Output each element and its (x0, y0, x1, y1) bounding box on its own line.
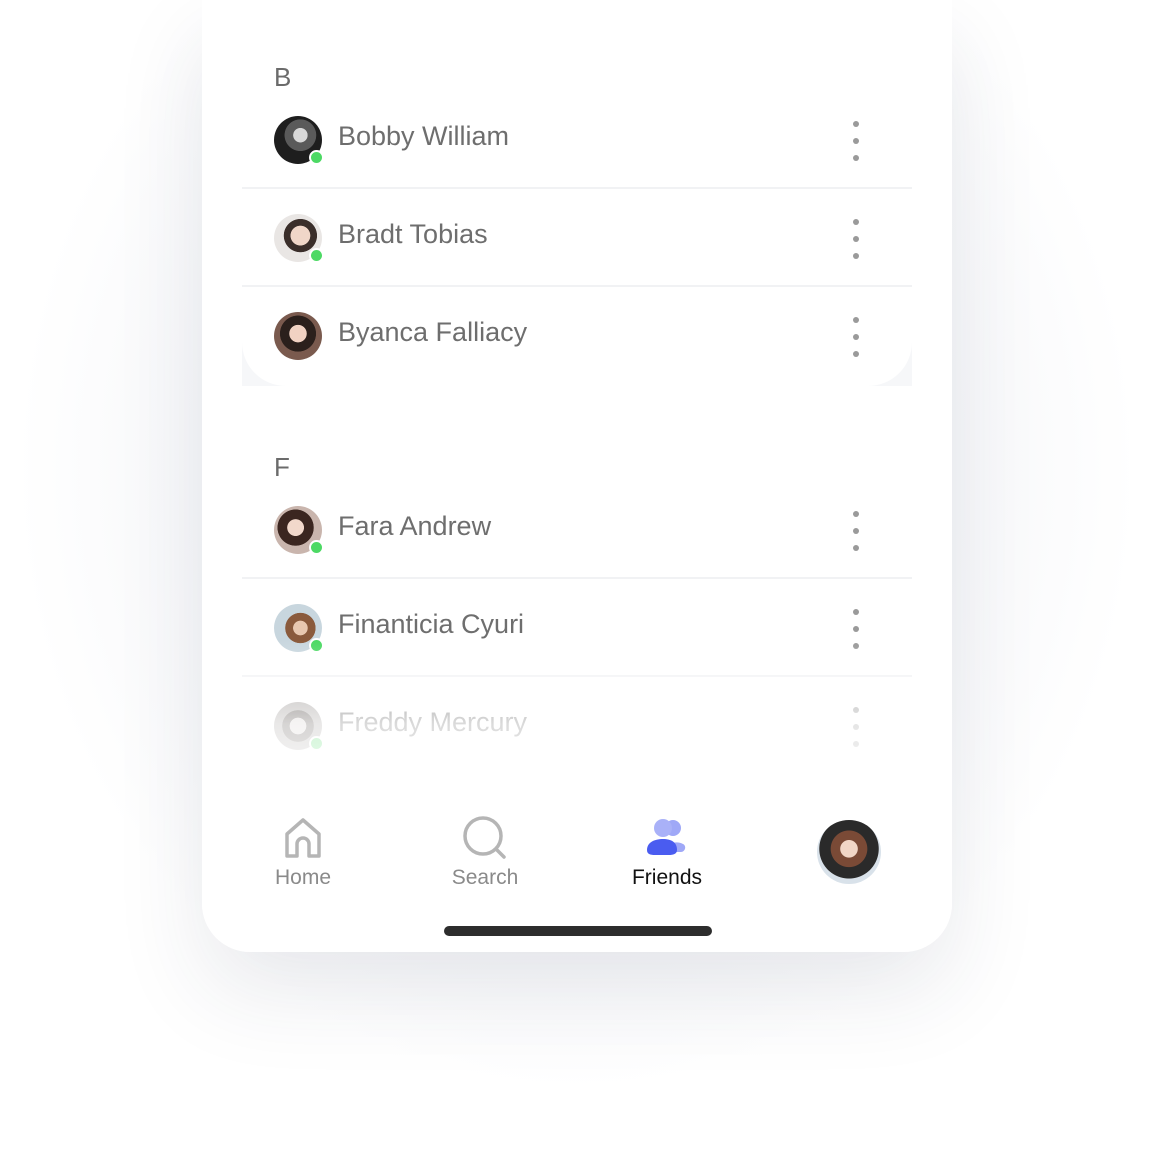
phone-screen: B Bobby William Bradt Tobias Byanca Fall… (202, 0, 952, 952)
contact-row[interactable]: Fara Andrew (242, 481, 912, 579)
online-indicator (309, 540, 324, 555)
avatar (274, 214, 324, 263)
more-vertical-icon[interactable] (842, 121, 870, 161)
contact-row[interactable]: Freddy Mercury (242, 677, 912, 775)
section-letter: B (274, 62, 292, 92)
online-indicator (309, 638, 324, 653)
avatar (274, 312, 322, 360)
contact-row[interactable]: Bobby William (242, 91, 912, 189)
more-vertical-icon[interactable] (842, 707, 870, 747)
online-indicator (309, 248, 324, 263)
contact-section-f: F Fara Andrew Finanticia Cyuri Freddy Me… (242, 418, 912, 780)
section-letter: F (274, 452, 290, 482)
contact-row[interactable]: Byanca Falliacy (242, 287, 912, 385)
home-icon (285, 818, 321, 858)
more-vertical-icon[interactable] (842, 609, 870, 649)
more-vertical-icon[interactable] (842, 317, 870, 357)
contact-section-b: B Bobby William Bradt Tobias Byanca Fall… (242, 28, 912, 386)
stage: B Bobby William Bradt Tobias Byanca Fall… (0, 0, 1154, 1154)
contact-name: Byanca Falliacy (338, 317, 528, 347)
tab-friends[interactable]: Friends (607, 814, 727, 894)
avatar (274, 604, 324, 653)
avatar (274, 506, 324, 555)
more-vertical-icon[interactable] (842, 511, 870, 551)
avatar (274, 702, 324, 751)
tab-search[interactable]: Search (425, 814, 545, 894)
search-icon (463, 816, 506, 859)
friends-icon (647, 819, 686, 855)
contact-name: Finanticia Cyuri (338, 609, 525, 639)
profile-avatar[interactable] (817, 820, 881, 884)
home-indicator (444, 926, 712, 936)
tab-home[interactable]: Home (243, 814, 363, 894)
tab-bar: Home Search Friends (202, 800, 952, 910)
online-indicator (309, 150, 324, 165)
contact-name: Bradt Tobias (338, 219, 488, 249)
contact-row[interactable]: Finanticia Cyuri (242, 579, 912, 677)
avatar (274, 116, 324, 165)
tab-home-label: Home (274, 866, 332, 889)
contact-name: Freddy Mercury (338, 707, 528, 737)
contact-name: Bobby William (338, 121, 510, 151)
more-vertical-icon[interactable] (842, 219, 870, 259)
tab-friends-label: Friends (631, 866, 703, 889)
online-indicator (309, 736, 324, 751)
tab-search-label: Search (451, 866, 519, 889)
contact-name: Fara Andrew (338, 511, 492, 541)
contact-row[interactable]: Bradt Tobias (242, 189, 912, 287)
